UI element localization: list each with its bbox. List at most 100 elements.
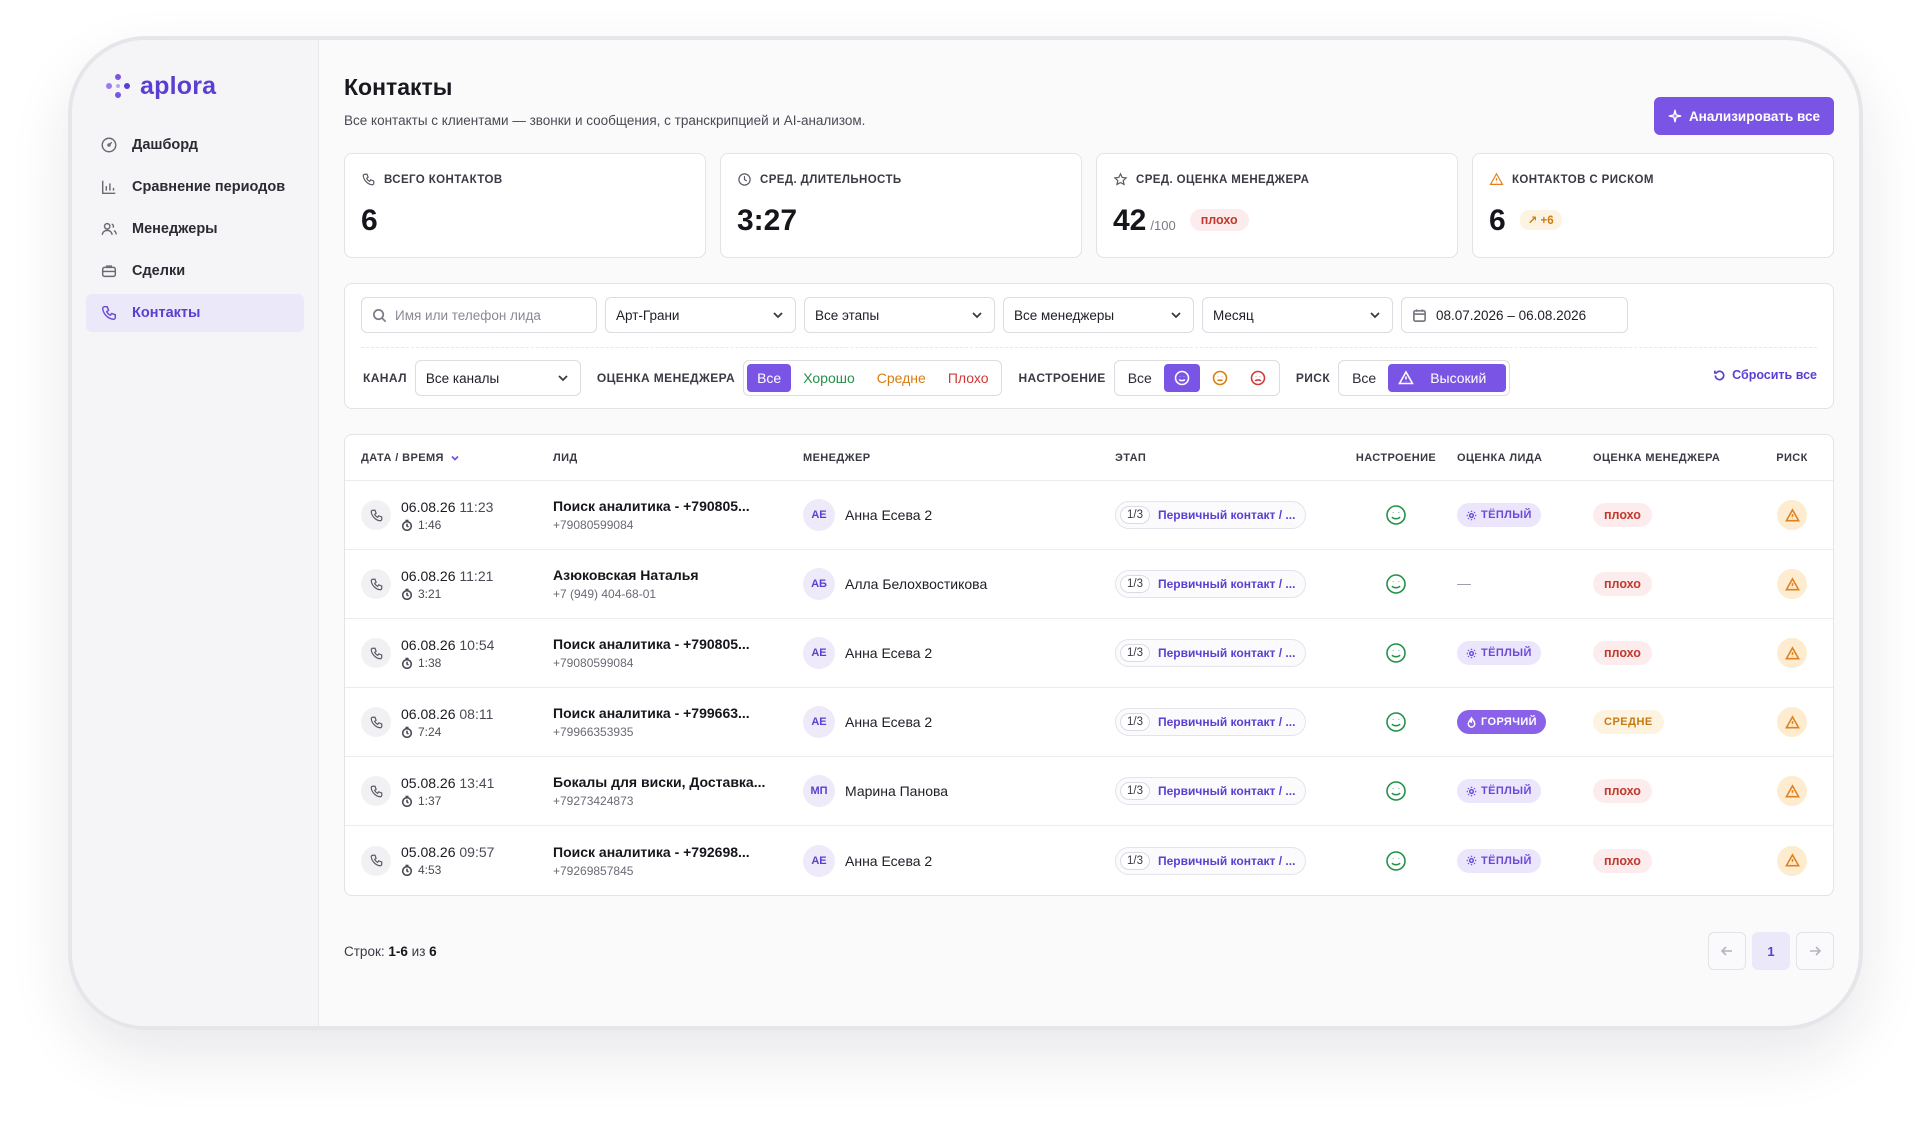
- risk-option-high[interactable]: Высокий: [1388, 364, 1507, 392]
- duration-value: 7:24: [418, 724, 442, 739]
- sidebar-item-dashboard[interactable]: Дашборд: [86, 126, 304, 164]
- logo[interactable]: aplora: [86, 66, 304, 106]
- search-input[interactable]: Имя или телефон лида: [361, 297, 597, 333]
- search-icon: [373, 308, 387, 322]
- app-window: aplora Дашборд Сравнение периодов Менедж…: [68, 36, 1863, 1030]
- lead-phone: +7 (949) 404-68-01: [553, 587, 657, 601]
- phone-icon: [101, 305, 117, 321]
- call-type-badge: [361, 845, 391, 876]
- chevron-down-icon: [972, 312, 982, 319]
- table-row[interactable]: 06.08.26 11:23 1:46 Поиск аналитика - +790…: [345, 481, 1833, 550]
- gauge-icon: [101, 137, 117, 153]
- contact-duration: 1:46: [401, 518, 493, 532]
- risk-option-all[interactable]: Все: [1342, 364, 1386, 392]
- risk-filter-segmented: Все Высокий: [1338, 360, 1511, 396]
- sidebar-item-label: Сравнение периодов: [132, 179, 286, 195]
- channel-select[interactable]: Все каналы: [414, 360, 581, 396]
- sidebar-item-label: Контакты: [132, 305, 201, 321]
- score-option-bad[interactable]: Плохо: [938, 364, 999, 392]
- manager-select[interactable]: Все менеджеры: [1003, 297, 1194, 333]
- column-header-date[interactable]: ДАТА / ВРЕМЯ: [345, 452, 553, 464]
- stage-number: 1/3: [1120, 506, 1150, 524]
- mood-option-positive[interactable]: [1163, 364, 1200, 392]
- cell-lead-score: ТЁПЛЫЙ: [1457, 779, 1593, 803]
- mood-option-all[interactable]: Все: [1118, 364, 1162, 392]
- call-type-badge: [361, 569, 391, 599]
- sidebar-item-compare[interactable]: Сравнение периодов: [86, 168, 304, 206]
- lead-score-text: ГОРЯЧИЙ: [1481, 716, 1537, 728]
- stat-avg-duration: СРЕД. ДЛИТЕЛЬНОСТЬ 3:27: [720, 153, 1082, 258]
- contact-datetime: 06.08.26 11:21: [401, 568, 493, 584]
- mood-option-negative[interactable]: [1240, 364, 1276, 392]
- manager-name: Анна Есева 2: [845, 645, 933, 661]
- contact-time: 09:57: [459, 844, 495, 860]
- contact-time: 13:41: [459, 774, 495, 791]
- table-row[interactable]: 06.08.26 11:21 3:21 Азюковская Наталья +7 (…: [345, 550, 1833, 619]
- channel-value: Все каналы: [425, 370, 500, 386]
- cell-stage: 1/3 Первичный контакт / ...: [1115, 501, 1335, 529]
- cell-risk: [1763, 776, 1833, 806]
- next-page-button[interactable]: [1796, 932, 1834, 970]
- period-select[interactable]: Месяц: [1202, 297, 1393, 333]
- cell-risk: [1763, 500, 1833, 530]
- sun-icon: [1466, 510, 1477, 520]
- sidebar-item-managers[interactable]: Менеджеры: [86, 210, 304, 248]
- call-type-badge: [361, 638, 391, 668]
- cell-manager-score: плохо: [1593, 572, 1763, 596]
- lead-name[interactable]: Поиск аналитика - +790805...: [553, 498, 803, 514]
- sidebar-item-deals[interactable]: Сделки: [86, 252, 304, 290]
- table-row[interactable]: 05.08.26 09:57 4:53 Поиск аналитика - +792…: [345, 826, 1833, 895]
- lead-name[interactable]: Поиск аналитика - +799663...: [553, 705, 803, 721]
- lead-name[interactable]: Бокалы для виски, Доставка...: [553, 774, 803, 790]
- lead-name[interactable]: Поиск аналитика - +792698...: [553, 844, 803, 860]
- stats-row: ВСЕГО КОНТАКТОВ 6 СРЕД. ДЛИТЕЛЬНОСТЬ 3:2…: [344, 153, 1834, 258]
- reset-filters-button[interactable]: Сбросить все: [1713, 368, 1817, 382]
- lead-name[interactable]: Азюковская Наталья: [553, 567, 803, 583]
- timer-icon: [401, 588, 413, 600]
- stat-value: 42 /100 плохо: [1113, 204, 1441, 238]
- cell-date: 06.08.26 11:23 1:46: [345, 499, 553, 532]
- sidebar-item-label: Сделки: [132, 263, 186, 279]
- page-title: Контакты: [344, 74, 453, 100]
- stat-label: КОНТАКТОВ С РИСКОМ: [1489, 172, 1817, 187]
- analyze-all-button[interactable]: Анализировать все: [1653, 97, 1834, 135]
- manager-score-badge: плохо: [1593, 572, 1652, 596]
- score-option-good[interactable]: Хорошо: [793, 364, 865, 392]
- page-button-current[interactable]: 1: [1752, 932, 1790, 970]
- manager-name: Марина Панова: [845, 783, 949, 799]
- date-range-picker[interactable]: 08.07.2026 – 06.08.2026: [1401, 297, 1628, 333]
- score-option-medium[interactable]: Средне: [867, 364, 936, 392]
- briefcase-icon: [101, 265, 117, 278]
- table-row[interactable]: 05.08.26 13:41 1:37 Бокалы для виски, Дост…: [345, 757, 1833, 826]
- lead-name[interactable]: Поиск аналитика - +790805...: [553, 636, 803, 652]
- stat-number: 6: [361, 204, 378, 237]
- stage-name: Первичный контакт / ...: [1158, 715, 1296, 729]
- neutral-face-icon: [1212, 370, 1228, 386]
- cell-lead: Азюковская Наталья +7 (949) 404-68-01: [553, 567, 803, 601]
- company-select[interactable]: Арт-Грани: [605, 297, 796, 333]
- manager-score-badge: СРЕДНЕ: [1593, 710, 1664, 734]
- mood-option-neutral[interactable]: [1202, 364, 1238, 392]
- cell-lead: Поиск аналитика - +790805... +79080599084: [553, 498, 803, 532]
- stat-label-text: СРЕД. ДЛИТЕЛЬНОСТЬ: [760, 173, 902, 186]
- stat-number: 3:27: [737, 204, 798, 237]
- cell-risk: [1763, 707, 1833, 737]
- manager-score-badge: плохо: [1593, 641, 1652, 665]
- phone-icon: [370, 578, 382, 590]
- filters-panel: Имя или телефон лида Арт-Грани Все этапы…: [344, 283, 1834, 409]
- warning-icon: [1784, 576, 1800, 590]
- calendar-icon: [1413, 308, 1426, 322]
- stat-number: 6: [1489, 204, 1506, 237]
- stage-select[interactable]: Все этапы: [804, 297, 995, 333]
- prev-page-button[interactable]: [1708, 932, 1746, 970]
- cell-lead-score: —: [1457, 575, 1593, 593]
- chevron-down-icon: [558, 375, 568, 382]
- table-row[interactable]: 06.08.26 10:54 1:38 Поиск аналитика - +790…: [345, 619, 1833, 688]
- cell-date: 05.08.26 13:41 1:37: [345, 775, 553, 808]
- call-type-badge: [361, 776, 391, 806]
- manager-name: Анна Есева 2: [845, 852, 933, 869]
- sidebar-item-contacts[interactable]: Контакты: [86, 294, 304, 332]
- mood-filter-segmented: Все: [1113, 360, 1280, 396]
- score-option-all[interactable]: Все: [747, 364, 792, 392]
- table-row[interactable]: 06.08.26 08:11 7:24 Поиск аналитика - +799…: [345, 688, 1833, 757]
